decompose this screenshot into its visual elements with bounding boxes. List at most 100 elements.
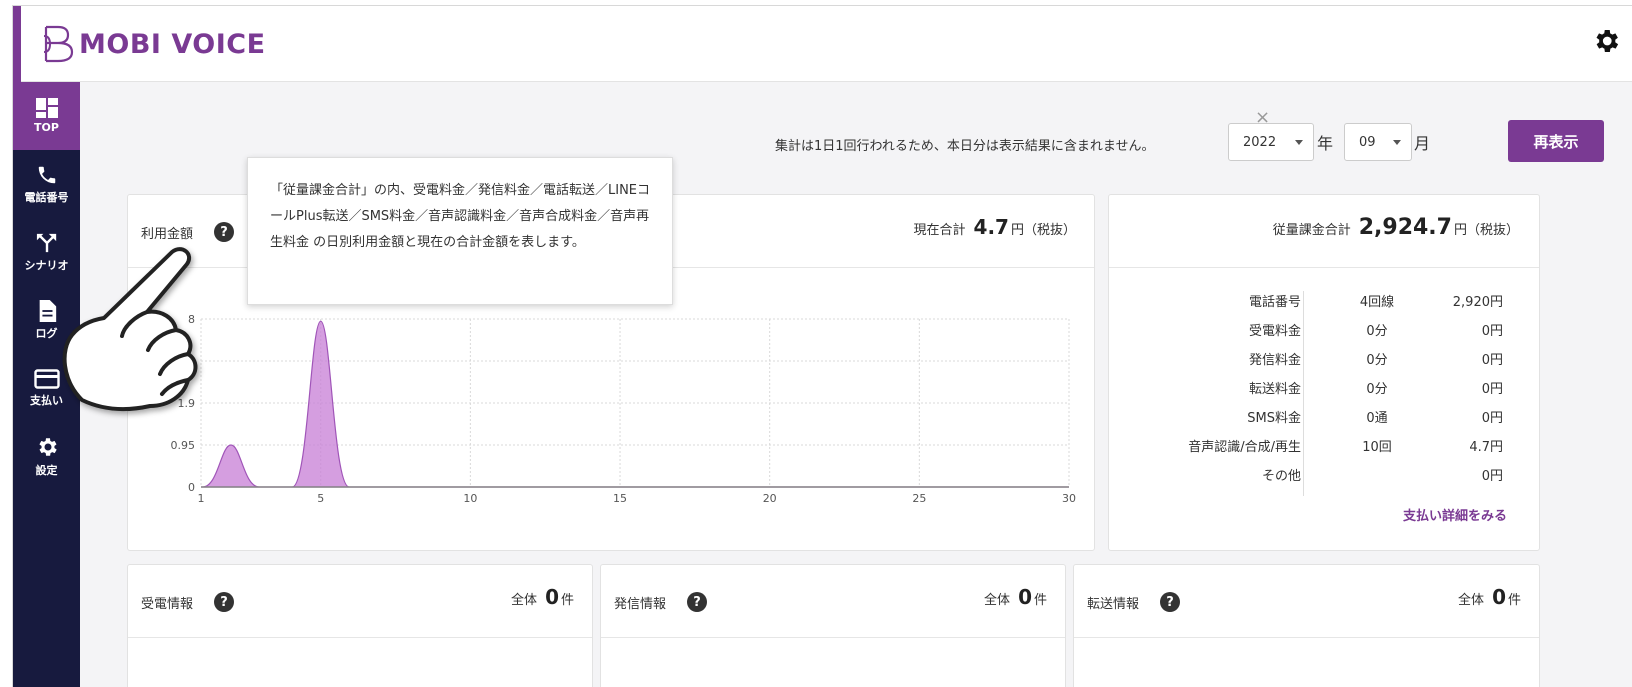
fee-count: 4回線 bbox=[1359, 295, 1395, 310]
help-icon[interactable]: ? bbox=[214, 222, 234, 242]
card-header: 従量課金合計 2,924.7 円（税抜） bbox=[1109, 195, 1539, 268]
help-icon[interactable]: ? bbox=[1160, 592, 1180, 612]
x-tick-label: 5 bbox=[317, 492, 324, 505]
metered-total-unit: 円（税抜） bbox=[1453, 223, 1519, 238]
breakdown-row: 受電料金 0分 0円 bbox=[1109, 320, 1539, 349]
outgoing-total-label: 全体 bbox=[984, 593, 1011, 608]
incoming-info-card: 受電情報 ? 全体 0 件 bbox=[127, 564, 593, 687]
incoming-total: 全体 0 件 bbox=[511, 585, 574, 609]
outgoing-card-title: 発信情報 bbox=[614, 597, 667, 612]
phone-icon bbox=[38, 166, 55, 183]
metered-total-value: 2,924.7 bbox=[1358, 215, 1452, 240]
outgoing-total: 全体 0 件 bbox=[984, 585, 1047, 609]
year-select[interactable]: 2022 bbox=[1228, 123, 1314, 161]
top-bar: MOBI VOICE bbox=[13, 6, 1632, 82]
outgoing-info-card: 発信情報 ? 全体 0 件 bbox=[600, 564, 1066, 687]
fee-label: 発信料金 bbox=[1248, 353, 1301, 368]
transfer-total-unit: 件 bbox=[1507, 593, 1521, 608]
metered-total-label: 従量課金合計 bbox=[1272, 223, 1351, 238]
fee-count: 0分 bbox=[1366, 324, 1388, 339]
incoming-card-title: 受電情報 bbox=[141, 597, 194, 612]
month-unit: 月 bbox=[1414, 134, 1431, 153]
year-unit: 年 bbox=[1317, 134, 1334, 153]
sidebar-item-phone-numbers[interactable]: 電話番号 bbox=[13, 150, 80, 218]
usage-area-series bbox=[201, 320, 1069, 488]
dashboard-icon bbox=[35, 98, 58, 118]
fee-count: 10回 bbox=[1362, 440, 1392, 455]
month-select[interactable]: 09 bbox=[1344, 123, 1412, 161]
app-name: MOBI VOICE bbox=[79, 28, 266, 60]
fee-amount: 0円 bbox=[1481, 382, 1503, 397]
chevron-down-icon bbox=[1295, 140, 1303, 145]
current-total: 現在合計 4.7 円（税抜） bbox=[914, 215, 1076, 239]
fee-amount: 0円 bbox=[1481, 353, 1503, 368]
current-total-unit: 円（税抜） bbox=[1010, 223, 1076, 238]
fee-label: 電話番号 bbox=[1248, 295, 1301, 310]
breakdown-row: 発信料金 0分 0円 bbox=[1109, 349, 1539, 378]
fee-label: 音声認識/合成/再生 bbox=[1188, 440, 1301, 455]
settings-gear-icon[interactable] bbox=[1591, 26, 1621, 56]
breakdown-row: 電話番号 4回線 2,920円 bbox=[1109, 291, 1539, 320]
aggregation-notice: 集計は1日1回行われるため、本日分は表示結果に含まれません。 bbox=[775, 139, 1155, 154]
month-value: 09 bbox=[1359, 134, 1376, 150]
help-icon[interactable]: ? bbox=[214, 592, 234, 612]
transfer-total: 全体 0 件 bbox=[1458, 585, 1521, 609]
sidebar-item-label: TOP bbox=[34, 121, 59, 134]
breakdown-row: 音声認識/合成/再生 10回 4.7円 bbox=[1109, 436, 1539, 465]
brand-accent-bar bbox=[13, 6, 21, 82]
mobi-voice-logo-icon bbox=[43, 25, 74, 63]
sidebar-item-top[interactable]: TOP bbox=[13, 82, 80, 150]
gear-icon bbox=[38, 437, 57, 456]
incoming-total-value: 0 bbox=[545, 585, 559, 609]
breakdown-row: その他 0円 bbox=[1109, 465, 1539, 494]
fee-count: 0分 bbox=[1366, 353, 1388, 368]
transfer-info-card: 転送情報 ? 全体 0 件 bbox=[1073, 564, 1540, 687]
breakdown-row: SMS料金 0通 0円 bbox=[1109, 407, 1539, 436]
incoming-total-label: 全体 bbox=[511, 593, 538, 608]
x-tick-label: 30 bbox=[1062, 492, 1076, 505]
fee-count: 0分 bbox=[1366, 382, 1388, 397]
sidebar-item-label: 電話番号 bbox=[24, 190, 69, 204]
transfer-total-value: 0 bbox=[1492, 585, 1506, 609]
x-tick-label: 1 bbox=[198, 492, 205, 505]
x-tick-label: 15 bbox=[613, 492, 627, 505]
transfer-card-title: 転送情報 bbox=[1087, 597, 1140, 612]
fee-amount: 4.7円 bbox=[1469, 440, 1503, 455]
metered-total: 従量課金合計 2,924.7 円（税抜） bbox=[1273, 215, 1519, 240]
chevron-down-icon bbox=[1393, 140, 1401, 145]
year-value: 2022 bbox=[1243, 134, 1277, 150]
x-tick-label: 25 bbox=[912, 492, 926, 505]
refresh-button[interactable]: 再表示 bbox=[1508, 120, 1604, 162]
card-header: 転送情報 ? 全体 0 件 bbox=[1074, 565, 1539, 638]
x-tick-label: 20 bbox=[763, 492, 777, 505]
sidebar-item-label: 設定 bbox=[35, 463, 58, 477]
fee-label: 受電料金 bbox=[1248, 324, 1301, 339]
metered-total-card: 従量課金合計 2,924.7 円（税抜） 電話番号 4回線 2,920円受電料金 0分… bbox=[1108, 194, 1540, 551]
y-tick-label: 0 bbox=[188, 481, 195, 494]
app-logo[interactable]: MOBI VOICE bbox=[41, 24, 266, 64]
help-icon[interactable]: ? bbox=[687, 592, 707, 612]
outgoing-total-value: 0 bbox=[1018, 585, 1032, 609]
fee-label: SMS料金 bbox=[1247, 411, 1301, 426]
current-total-label: 現在合計 bbox=[913, 223, 966, 238]
transfer-total-label: 全体 bbox=[1458, 593, 1485, 608]
card-header: 発信情報 ? 全体 0 件 bbox=[601, 565, 1065, 638]
fee-amount: 0円 bbox=[1481, 411, 1503, 426]
fee-amount: 2,920円 bbox=[1452, 295, 1503, 310]
breakdown-row: 転送料金 0分 0円 bbox=[1109, 378, 1539, 407]
fee-label: その他 bbox=[1261, 469, 1301, 484]
fee-count: 0通 bbox=[1366, 411, 1388, 426]
x-tick-label: 10 bbox=[463, 492, 477, 505]
outgoing-total-unit: 件 bbox=[1033, 593, 1047, 608]
fee-amount: 0円 bbox=[1481, 324, 1503, 339]
app-frame: MOBI VOICE TOP 電話番号 シナリオ ログ 支払い 設定 × 集計は… bbox=[12, 5, 1632, 687]
usage-chart: 00.951.958151015202530 bbox=[171, 313, 1077, 505]
current-total-value: 4.7 bbox=[973, 215, 1009, 239]
pointing-hand-icon bbox=[62, 247, 198, 412]
fee-label: 転送料金 bbox=[1248, 382, 1301, 397]
usage-help-tooltip: 「従量課金合計」の内、受電料金／発信料金／電話転送／LINEコールPlus転送／… bbox=[247, 157, 673, 305]
payment-details-link[interactable]: 支払い詳細をみる bbox=[1403, 505, 1507, 524]
sidebar-item-settings[interactable]: 設定 bbox=[13, 422, 80, 490]
y-tick-label: 0.95 bbox=[171, 439, 196, 452]
incoming-total-unit: 件 bbox=[560, 593, 574, 608]
